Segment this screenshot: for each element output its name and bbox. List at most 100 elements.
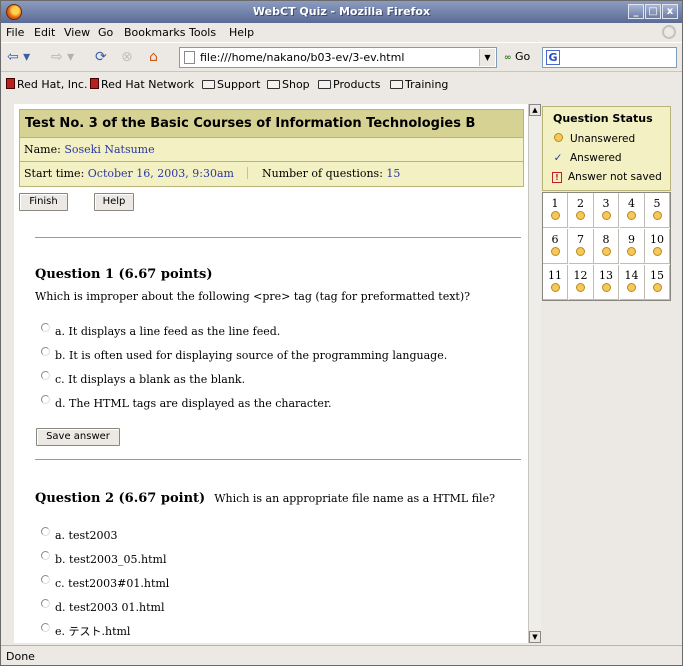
unanswered-dot-icon xyxy=(552,133,564,145)
question-2-option-c[interactable]: c. test2003#01.html xyxy=(41,575,169,590)
status-text: Done xyxy=(6,650,35,663)
menu-bar: File Edit View Go Bookmarks Tools Help xyxy=(1,23,682,42)
unanswered-dot-icon xyxy=(627,283,636,292)
question-status-cell-7[interactable]: 7 xyxy=(568,229,594,264)
question-status-cell-14[interactable]: 14 xyxy=(619,265,645,300)
question-2-option-e[interactable]: e. テスト.html xyxy=(41,623,130,639)
question-number: 8 xyxy=(602,233,610,246)
question-status-cell-13[interactable]: 13 xyxy=(594,265,619,300)
unanswered-dot-icon xyxy=(550,247,560,256)
radio-button[interactable] xyxy=(41,371,50,380)
question-status-cell-1[interactable]: 1 xyxy=(543,193,568,228)
bookmarks-toolbar: Red Hat, Inc. Red Hat Network Support Sh… xyxy=(1,71,682,95)
menu-tools[interactable]: Tools xyxy=(189,26,216,39)
menu-bookmarks[interactable]: Bookmarks xyxy=(124,26,185,39)
home-icon[interactable]: ⌂ xyxy=(149,48,158,66)
question-1-option-a[interactable]: a. It displays a line feed as the line f… xyxy=(41,323,280,338)
bookmark-red-hat-network[interactable]: Red Hat Network xyxy=(90,78,194,91)
bookmark-shop[interactable]: Shop xyxy=(267,78,310,91)
bookmark-products[interactable]: Products xyxy=(318,78,381,91)
url-bar[interactable]: file:///home/nakano/b03-ev/3-ev.html ▼ xyxy=(179,47,497,68)
question-status-cell-15[interactable]: 15 xyxy=(645,265,670,300)
student-name: Soseki Natsume xyxy=(64,143,155,156)
reload-icon[interactable]: ⟳ xyxy=(95,48,107,66)
radio-button[interactable] xyxy=(41,623,50,632)
content-scrollbar[interactable]: ▲ ▼ xyxy=(528,104,541,643)
scroll-up-icon[interactable]: ▲ xyxy=(529,104,541,116)
question-number: 6 xyxy=(551,233,559,246)
question-1-option-d[interactable]: d. The HTML tags are displayed as the ch… xyxy=(41,395,332,410)
bookmark-label: Support xyxy=(217,78,261,91)
question-status-cell-4[interactable]: 4 xyxy=(619,193,645,228)
option-label: b. test2003_05.html xyxy=(55,553,167,566)
redhat-icon xyxy=(6,78,15,89)
radio-button[interactable] xyxy=(41,551,50,560)
scroll-down-icon[interactable]: ▼ xyxy=(529,631,541,643)
page-content: Test No. 3 of the Basic Courses of Infor… xyxy=(14,104,528,643)
question-number: 3 xyxy=(602,197,610,210)
radio-button[interactable] xyxy=(41,527,50,536)
unanswered-dot-icon xyxy=(601,247,611,256)
student-name-row: Name: Soseki Natsume xyxy=(20,138,523,162)
search-input[interactable]: G xyxy=(542,47,677,68)
question-status-cell-12[interactable]: 12 xyxy=(568,265,594,300)
question-status-cell-8[interactable]: 8 xyxy=(594,229,619,264)
divider xyxy=(247,167,249,179)
legend-not-saved: ! Answer not saved xyxy=(552,171,662,183)
minimize-button[interactable]: _ xyxy=(628,4,644,19)
option-label: c. It displays a blank as the blank. xyxy=(55,373,246,386)
menu-help[interactable]: Help xyxy=(229,26,254,39)
question-number: 11 xyxy=(548,269,562,282)
question-2-option-d[interactable]: d. test2003 01.html xyxy=(41,599,164,614)
question-status-cell-10[interactable]: 10 xyxy=(645,229,670,264)
radio-button[interactable] xyxy=(41,347,50,356)
bookmark-red-hat-inc[interactable]: Red Hat, Inc. xyxy=(6,78,87,91)
google-icon[interactable]: G xyxy=(546,50,560,65)
unanswered-dot-icon xyxy=(576,247,585,256)
bookmark-training[interactable]: Training xyxy=(390,78,448,91)
question-1-text: Which is improper about the following <p… xyxy=(35,290,471,303)
unanswered-dot-icon xyxy=(550,211,560,220)
question-number: 13 xyxy=(599,269,613,282)
radio-button[interactable] xyxy=(41,599,50,608)
url-dropdown-icon[interactable]: ▼ xyxy=(479,49,495,66)
question-2-option-a[interactable]: a. test2003 xyxy=(41,527,118,542)
radio-button[interactable] xyxy=(41,395,50,404)
radio-button[interactable] xyxy=(41,575,50,584)
question-1-option-b[interactable]: b. It is often used for displaying sourc… xyxy=(41,347,447,362)
question-status-cell-6[interactable]: 6 xyxy=(543,229,568,264)
menu-file[interactable]: File xyxy=(6,26,24,39)
help-button[interactable]: Help xyxy=(94,193,134,211)
question-status-cell-2[interactable]: 2 xyxy=(568,193,594,228)
close-button[interactable]: x xyxy=(662,4,678,19)
bookmark-label: Red Hat Network xyxy=(101,78,195,91)
menu-go[interactable]: Go xyxy=(98,26,113,39)
finish-button[interactable]: Finish xyxy=(19,193,68,211)
question-2-option-b[interactable]: b. test2003_05.html xyxy=(41,551,166,566)
question-status-cell-9[interactable]: 9 xyxy=(619,229,645,264)
question-status-cell-5[interactable]: 5 xyxy=(645,193,670,228)
question-status-cell-11[interactable]: 11 xyxy=(543,265,568,300)
radio-button[interactable] xyxy=(41,323,50,332)
question-1-option-c[interactable]: c. It displays a blank as the blank. xyxy=(41,371,245,386)
checkmark-icon: ✓ xyxy=(553,152,563,164)
go-button[interactable]: ∞ Go xyxy=(504,50,530,63)
legend-label: Answered xyxy=(570,152,622,164)
go-icon: ∞ xyxy=(504,53,512,63)
save-answer-button[interactable]: Save answer xyxy=(36,428,120,446)
question-count-label: Number of questions: xyxy=(261,167,383,180)
window-title: WebCT Quiz - Mozilla Firefox xyxy=(252,5,431,18)
bookmark-support[interactable]: Support xyxy=(202,78,260,91)
stop-icon[interactable]: ⊗ xyxy=(121,48,133,66)
back-arrow-icon[interactable]: ⇦ ▾ xyxy=(7,48,30,66)
title-bar: WebCT Quiz - Mozilla Firefox _ □ x xyxy=(1,1,682,23)
forward-arrow-icon[interactable]: ⇨ ▾ xyxy=(51,48,74,66)
option-label: a. test2003 xyxy=(55,529,118,542)
question-number: 15 xyxy=(650,269,664,282)
menu-view[interactable]: View xyxy=(64,26,90,39)
legend-answered: ✓ Answered xyxy=(552,152,622,164)
url-text: file:///home/nakano/b03-ev/3-ev.html xyxy=(200,51,405,64)
maximize-button[interactable]: □ xyxy=(645,4,661,19)
question-status-cell-3[interactable]: 3 xyxy=(594,193,619,228)
menu-edit[interactable]: Edit xyxy=(34,26,55,39)
